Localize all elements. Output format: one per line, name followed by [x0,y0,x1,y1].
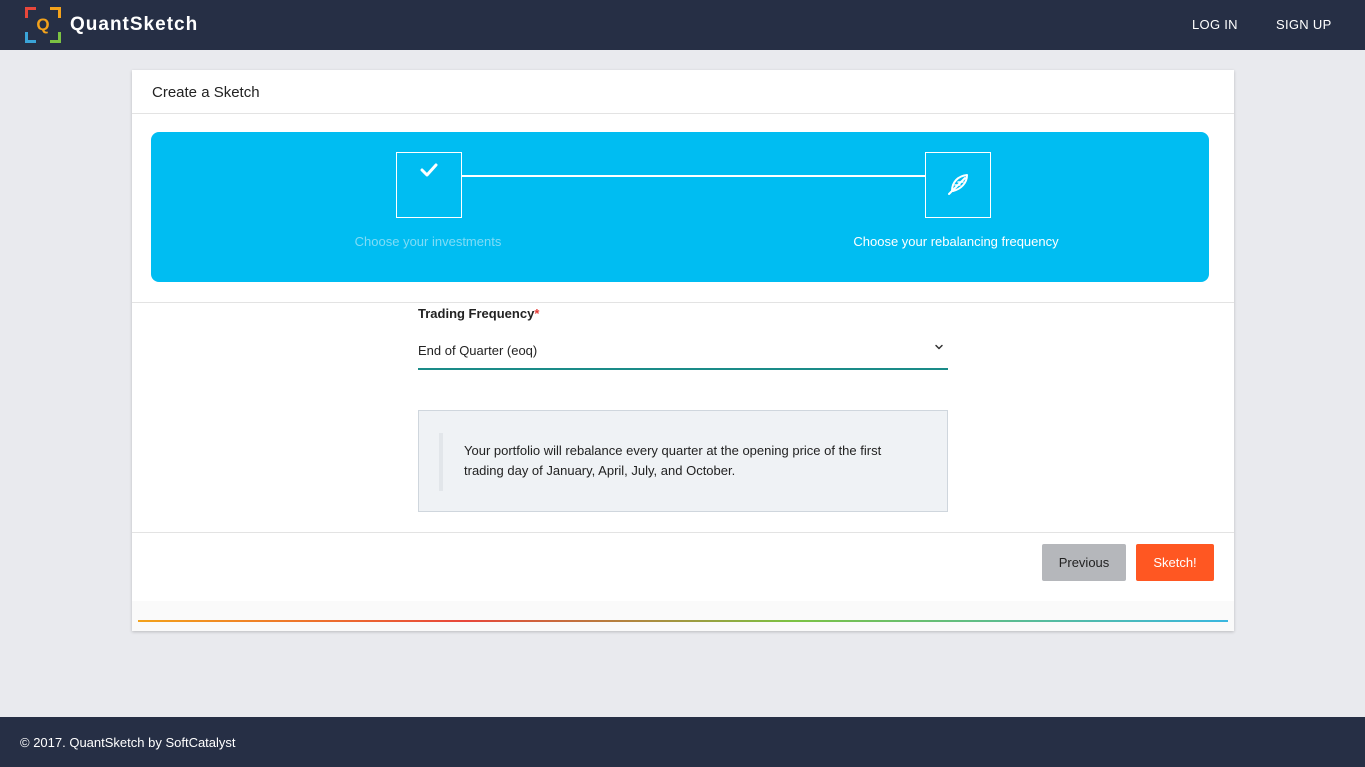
login-link[interactable]: LOG IN [1192,17,1238,32]
previous-button[interactable]: Previous [1042,544,1126,581]
trading-frequency-label: Trading Frequency* [418,306,539,321]
brand-logo-link[interactable]: Q QuantSketch [25,7,198,43]
trading-frequency-label-text: Trading Frequency [418,306,535,321]
step-investments-button[interactable] [396,152,462,218]
actions-divider [132,532,1234,533]
feather-pen-icon [948,174,968,195]
step-investments-label: Choose your investments [354,234,502,249]
card-title: Create a Sketch [132,70,1234,114]
step-rebalancing-label: Choose your rebalancing frequency [853,234,1059,249]
chevron-down-icon [935,344,943,350]
wizard-stepper: Choose your investments Choose your reba… [151,132,1209,282]
rainbow-accent-line [138,620,1228,622]
required-asterisk: * [534,306,540,321]
brand-name: QuantSketch [70,14,199,35]
top-navbar: Q QuantSketch LOG IN SIGN UP [0,0,1365,50]
page-footer: © 2017. QuantSketch by SoftCatalyst [0,717,1365,767]
signup-link[interactable]: SIGN UP [1276,17,1332,32]
logo-letter: Q [36,15,50,34]
trading-frequency-value: End of Quarter (eoq) [418,343,538,358]
step-connector [461,175,926,177]
frequency-info-text: Your portfolio will rebalance every quar… [464,443,882,478]
check-icon [420,163,438,177]
sketch-button[interactable]: Sketch! [1136,544,1214,581]
card-footer-strip [132,601,1234,631]
trading-frequency-select[interactable]: End of Quarter (eoq) [418,334,948,370]
step-rebalancing-button[interactable] [925,152,991,218]
frequency-info-box: Your portfolio will rebalance every quar… [418,410,948,512]
section-divider [132,302,1234,303]
quantsketch-logo-icon: Q [25,7,61,43]
create-sketch-card: Create a Sketch Choose your investments … [132,70,1234,631]
copyright-text: © 2017. QuantSketch by SoftCatalyst [20,735,236,750]
blockquote-bar [439,433,443,491]
